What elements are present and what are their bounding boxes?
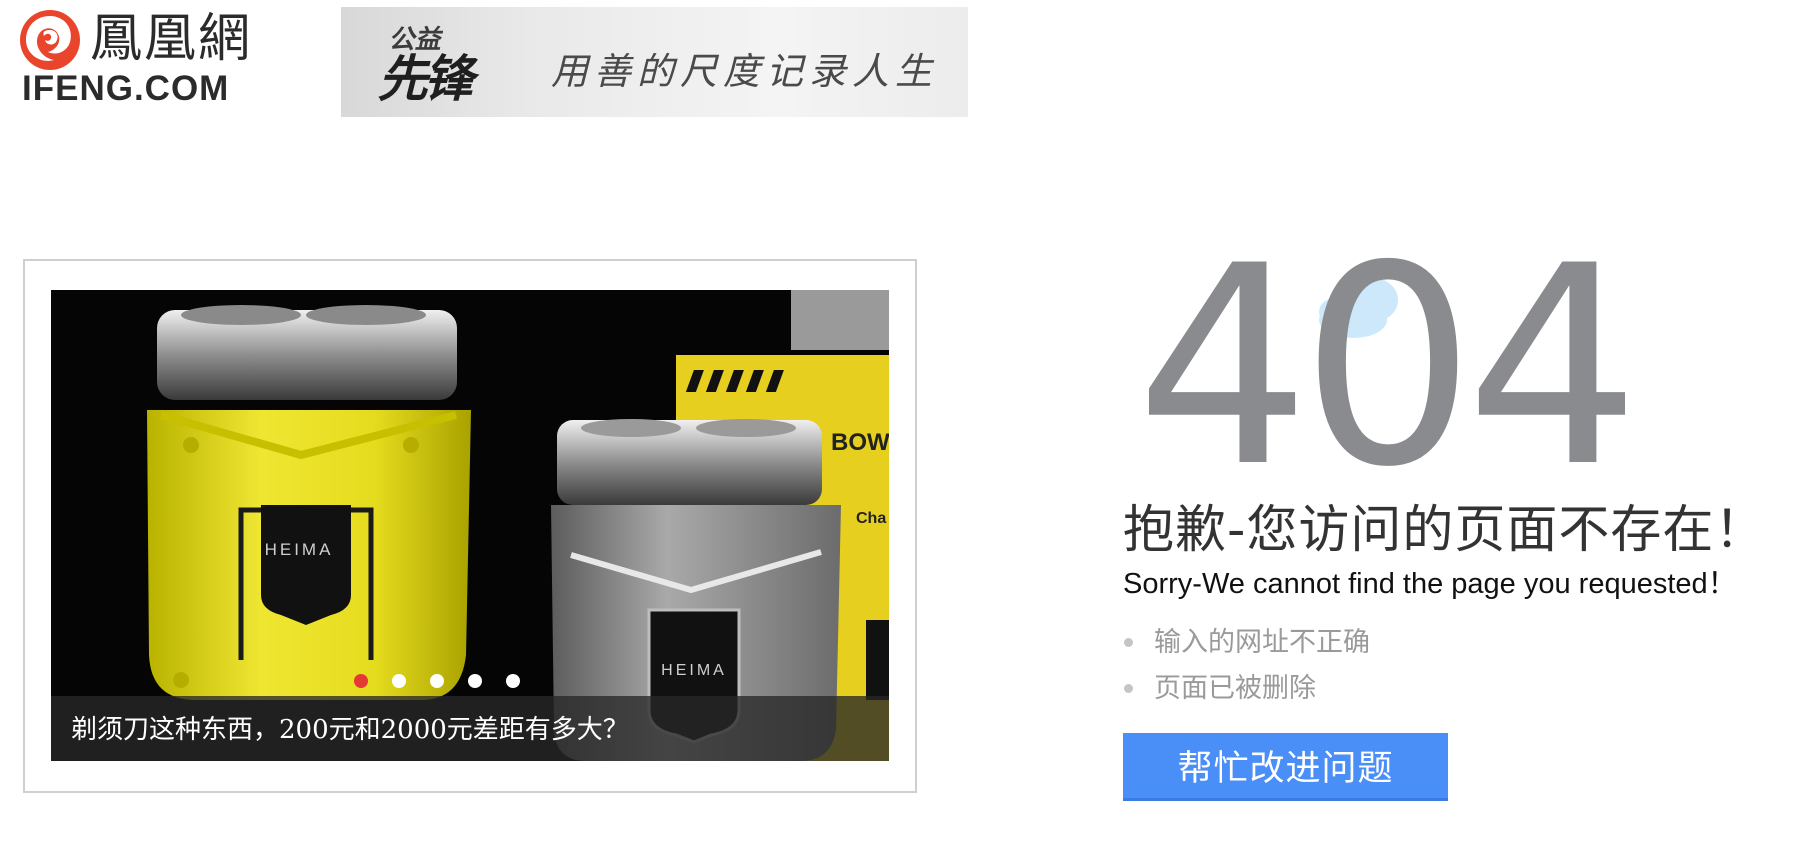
- bullet-icon: [1124, 684, 1133, 693]
- slider-image[interactable]: BOW Cha HEIMA HEIMA 剃须刀这种东西，200元和2000元差距…: [51, 290, 889, 761]
- charity-banner[interactable]: 公益 先锋 用善的尺度记录人生: [341, 7, 968, 117]
- shaver-brand-text-2: HEIMA: [661, 662, 727, 679]
- shaver-product-photo: BOW Cha HEIMA HEIMA: [51, 290, 889, 761]
- logo-text-en: IFENG.COM: [22, 69, 230, 108]
- logo-text-cn: 鳳凰網: [90, 9, 253, 69]
- slider-caption-bar[interactable]: 剃须刀这种东西，200元和2000元差距有多大？: [51, 696, 889, 761]
- reason-item: 页面已被删除: [1123, 666, 1370, 712]
- banner-brand: 公益 先锋: [375, 19, 523, 111]
- banner-slogan: 用善的尺度记录人生: [551, 50, 938, 93]
- slider-dot[interactable]: [506, 674, 520, 688]
- reason-item: 输入的网址不正确: [1123, 620, 1370, 666]
- bullet-icon: [1124, 638, 1133, 647]
- reason-text: 输入的网址不正确: [1154, 627, 1370, 658]
- reason-text: 页面已被删除: [1154, 673, 1316, 704]
- slider-dot[interactable]: [354, 674, 368, 688]
- svg-text:Cha: Cha: [856, 510, 886, 527]
- help-improve-button[interactable]: 帮忙改进问题: [1123, 733, 1448, 801]
- error-code-svg: 404: [1136, 238, 1641, 468]
- shaver-brand-text-1: HEIMA: [265, 540, 334, 559]
- error-code: 404: [1136, 238, 1631, 468]
- slider-dot[interactable]: [430, 674, 444, 688]
- slider-dot[interactable]: [468, 674, 482, 688]
- site-logo[interactable]: 鳳凰網 IFENG.COM: [18, 8, 263, 106]
- slider-caption[interactable]: 剃须刀这种东西，200元和2000元差距有多大？: [71, 709, 629, 746]
- error-title-cn: 抱歉-您访问的页面不存在！: [1123, 501, 1767, 560]
- svg-text:BOW: BOW: [831, 429, 889, 456]
- error-reasons-list: 输入的网址不正确 页面已被删除: [1123, 620, 1370, 712]
- error-code-graphic: 404: [1123, 238, 1643, 468]
- banner-brand-main: 先锋: [374, 49, 482, 108]
- error-title-en: Sorry-We cannot find the page you reques…: [1123, 568, 1737, 600]
- phoenix-logo-icon: [20, 10, 80, 70]
- slider-dot[interactable]: [392, 674, 406, 688]
